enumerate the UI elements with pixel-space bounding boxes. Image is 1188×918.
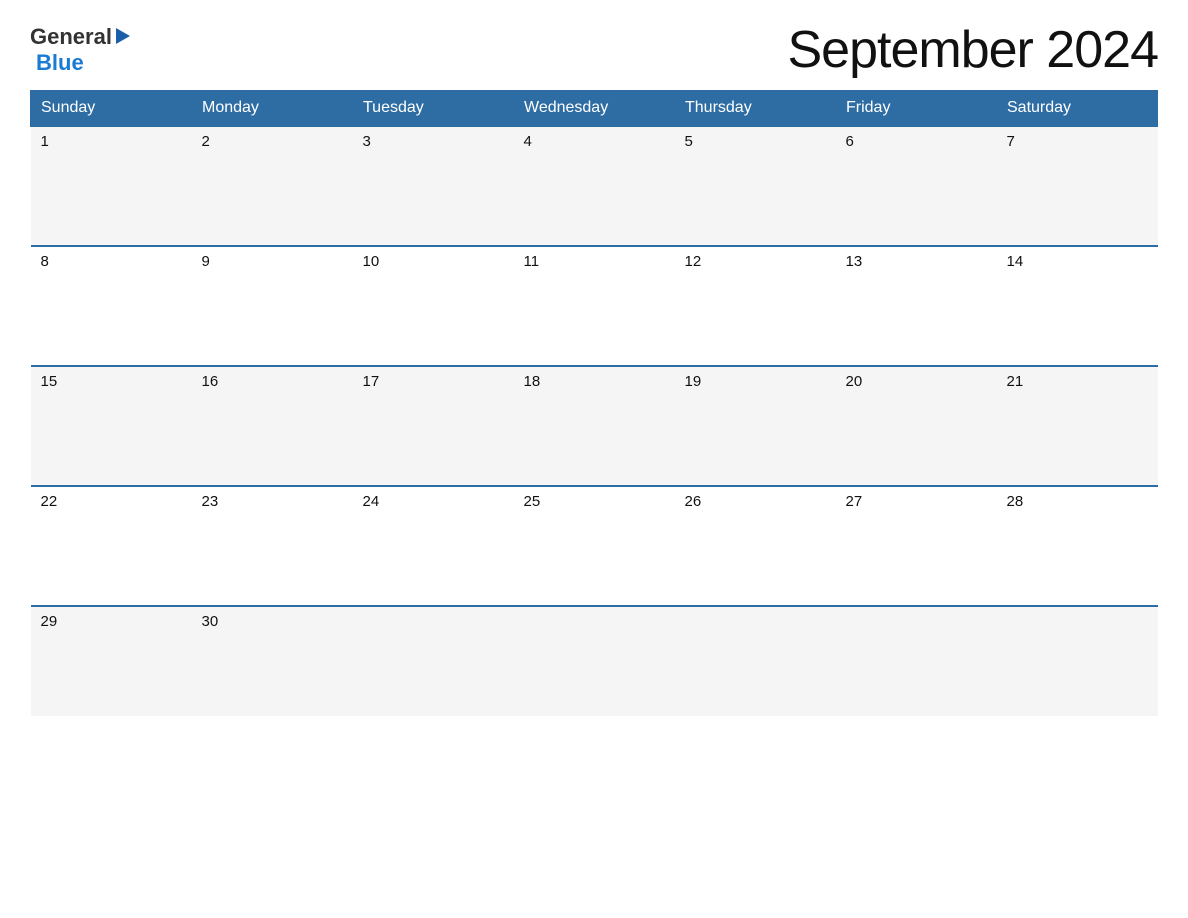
day-cell-7: 7 [997, 126, 1158, 246]
day-cell-8: 8 [31, 246, 192, 366]
header-sunday: Sunday [31, 91, 192, 127]
day-cell-16: 16 [192, 366, 353, 486]
logo-triangle-icon [116, 28, 130, 44]
header-tuesday: Tuesday [353, 91, 514, 127]
day-cell-26: 26 [675, 486, 836, 606]
header-thursday: Thursday [675, 91, 836, 127]
day-cell-9: 9 [192, 246, 353, 366]
day-cell-27: 27 [836, 486, 997, 606]
day-cell-28: 28 [997, 486, 1158, 606]
day-cell-empty-5 [997, 606, 1158, 716]
day-cell-29: 29 [31, 606, 192, 716]
day-cell-30: 30 [192, 606, 353, 716]
day-cell-5: 5 [675, 126, 836, 246]
header-saturday: Saturday [997, 91, 1158, 127]
day-cell-4: 4 [514, 126, 675, 246]
day-cell-2: 2 [192, 126, 353, 246]
day-cell-15: 15 [31, 366, 192, 486]
day-cell-24: 24 [353, 486, 514, 606]
days-of-week-row: Sunday Monday Tuesday Wednesday Thursday… [31, 91, 1158, 127]
day-cell-empty-4 [836, 606, 997, 716]
day-cell-21: 21 [997, 366, 1158, 486]
day-cell-12: 12 [675, 246, 836, 366]
day-cell-1: 1 [31, 126, 192, 246]
day-cell-10: 10 [353, 246, 514, 366]
header-wednesday: Wednesday [514, 91, 675, 127]
page-header: General Blue September 2024 [30, 20, 1158, 80]
logo-general-text: General [30, 24, 112, 50]
header-monday: Monday [192, 91, 353, 127]
week-row-4: 22 23 24 25 26 27 28 [31, 486, 1158, 606]
day-cell-19: 19 [675, 366, 836, 486]
day-cell-13: 13 [836, 246, 997, 366]
day-cell-22: 22 [31, 486, 192, 606]
logo: General Blue [30, 24, 130, 76]
day-cell-empty-1 [353, 606, 514, 716]
day-cell-3: 3 [353, 126, 514, 246]
calendar-table: Sunday Monday Tuesday Wednesday Thursday… [30, 90, 1158, 716]
day-cell-20: 20 [836, 366, 997, 486]
day-cell-empty-3 [675, 606, 836, 716]
day-cell-23: 23 [192, 486, 353, 606]
calendar-body: 1 2 3 4 5 6 7 8 9 10 11 12 13 14 15 16 1… [31, 126, 1158, 716]
day-cell-empty-2 [514, 606, 675, 716]
day-cell-25: 25 [514, 486, 675, 606]
week-row-5: 29 30 [31, 606, 1158, 716]
month-title: September 2024 [788, 20, 1159, 80]
day-cell-18: 18 [514, 366, 675, 486]
day-cell-11: 11 [514, 246, 675, 366]
week-row-2: 8 9 10 11 12 13 14 [31, 246, 1158, 366]
day-cell-17: 17 [353, 366, 514, 486]
logo-blue-text: Blue [36, 50, 84, 76]
day-cell-14: 14 [997, 246, 1158, 366]
calendar-header: Sunday Monday Tuesday Wednesday Thursday… [31, 91, 1158, 127]
week-row-1: 1 2 3 4 5 6 7 [31, 126, 1158, 246]
header-friday: Friday [836, 91, 997, 127]
week-row-3: 15 16 17 18 19 20 21 [31, 366, 1158, 486]
day-cell-6: 6 [836, 126, 997, 246]
